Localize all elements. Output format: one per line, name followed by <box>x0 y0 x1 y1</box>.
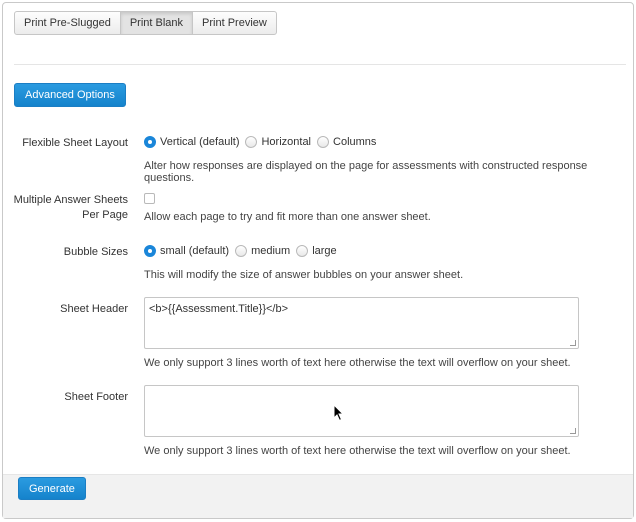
bubble-sizes-help: This will modify the size of answer bubb… <box>144 269 464 281</box>
advanced-options-button[interactable]: Advanced Options <box>14 83 126 107</box>
layout-option-vertical[interactable]: Vertical (default) <box>144 136 239 148</box>
sheet-footer-label: Sheet Footer <box>64 391 128 403</box>
layout-option-columns[interactable]: Columns <box>317 136 376 148</box>
bubble-option-small[interactable]: small (default) <box>144 245 229 257</box>
mouse-cursor-icon <box>333 404 345 422</box>
multiple-answer-sheets-checkbox[interactable] <box>144 193 155 204</box>
bubble-sizes-label: Bubble Sizes <box>63 246 128 258</box>
radio-selected-icon[interactable] <box>144 136 156 148</box>
sheet-header-label: Sheet Header <box>60 303 128 315</box>
multiple-answer-sheets-field <box>144 193 155 204</box>
sheet-header-value: <b>{{Assessment.Title}}</b> <box>149 303 289 315</box>
tab-print-pre-slugged[interactable]: Print Pre-Slugged <box>14 11 121 35</box>
radio-icon[interactable] <box>245 136 258 148</box>
flexible-sheet-layout-label: Flexible Sheet Layout <box>22 137 128 149</box>
print-options-panel <box>2 2 634 519</box>
radio-selected-icon[interactable] <box>144 245 156 257</box>
layout-option-horizontal[interactable]: Horizontal <box>245 136 311 148</box>
label-line: Per Page <box>82 209 128 221</box>
flexible-sheet-layout-options: Vertical (default) Horizontal Columns <box>144 136 382 148</box>
bubble-option-large[interactable]: large <box>296 245 337 257</box>
sheet-header-help: We only support 3 lines worth of text he… <box>144 357 571 369</box>
resize-grip-icon[interactable] <box>570 340 576 346</box>
layout-option-label: Vertical (default) <box>160 136 240 148</box>
layout-option-label: Columns <box>333 136 377 148</box>
layout-option-label: Horizontal <box>261 136 312 148</box>
label-line: Multiple Answer Sheets <box>13 194 128 206</box>
bubble-option-label: medium <box>251 245 291 257</box>
radio-icon[interactable] <box>296 245 309 257</box>
sheet-header-textarea[interactable]: <b>{{Assessment.Title}}</b> <box>144 297 579 349</box>
bubble-option-label: small (default) <box>160 245 230 257</box>
bubble-option-medium[interactable]: medium <box>235 245 290 257</box>
flexible-sheet-layout-help: Alter how responses are displayed on the… <box>144 160 588 184</box>
generate-button[interactable]: Generate <box>18 477 86 500</box>
tab-print-blank[interactable]: Print Blank <box>119 11 194 35</box>
resize-grip-icon[interactable] <box>570 428 576 434</box>
radio-icon[interactable] <box>317 136 330 148</box>
print-mode-tabs: Print Pre-Slugged Print Blank Print Prev… <box>14 11 277 35</box>
sheet-footer-help: We only support 3 lines worth of text he… <box>144 445 571 457</box>
section-divider <box>14 64 626 65</box>
bubble-sizes-options: small (default) medium large <box>144 245 343 257</box>
form-footer-bar <box>3 474 633 518</box>
tab-print-preview[interactable]: Print Preview <box>192 11 277 35</box>
multiple-answer-sheets-help: Allow each page to try and fit more than… <box>144 211 431 223</box>
bubble-option-label: large <box>312 245 337 257</box>
sheet-footer-textarea[interactable] <box>144 385 579 437</box>
radio-icon[interactable] <box>235 245 248 257</box>
multiple-answer-sheets-label: Multiple Answer Sheets Per Page <box>14 193 128 223</box>
